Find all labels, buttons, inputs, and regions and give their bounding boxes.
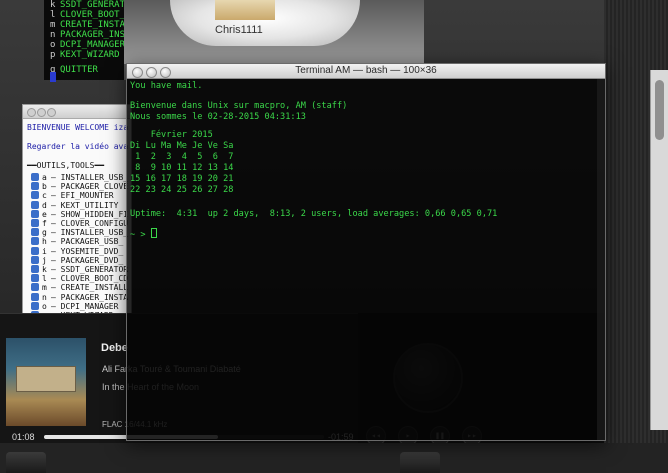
option-label: YOSEMITE_DVD_ [60, 246, 124, 256]
option-label: SSDT_GENERATOR [60, 265, 129, 274]
zoom-icon[interactable] [47, 108, 56, 117]
section-heading: ━━OUTILS,TOOLS━━ [27, 161, 105, 170]
option-separator: — [51, 219, 61, 228]
square-button-icon[interactable] [31, 191, 39, 200]
terminal-titlebar[interactable]: Terminal AM — bash — 100×36 [127, 64, 605, 79]
background-menu-terminal[interactable]: k SSDT_GENERATOR l CLOVER_BOOT_CD m CREATE_… [44, 0, 201, 80]
option-label: DCPI_MANAGER [60, 301, 119, 311]
option-label: EFI_MOUNTER [60, 191, 114, 201]
option-separator: — [51, 237, 61, 247]
mail-line: You have mail. [130, 81, 203, 91]
video-hint-text: Regarder la vidéo ava [27, 142, 129, 151]
track-title: Debe [101, 342, 128, 354]
option-separator: — [51, 274, 61, 284]
welcome-text: BIENVENUE WELCOME iza [27, 123, 129, 132]
option-separator: — [51, 246, 61, 256]
uptime-line: Uptime: 4:31 up 2 days, 8:13, 2 users, l… [130, 209, 498, 219]
square-button-icon[interactable] [31, 283, 39, 292]
option-label: SHOW_HIDDEN_FI [60, 209, 129, 219]
minimize-icon[interactable] [37, 108, 46, 117]
welcome-line: Bienvenue dans Unix sur macpro, AM (staf… [130, 101, 348, 111]
terminal-window[interactable]: Terminal AM — bash — 100×36 You have mai… [126, 63, 606, 441]
option-separator: — [51, 301, 61, 311]
square-button-icon[interactable] [31, 228, 39, 237]
image-caption: Chris1111 [215, 24, 263, 36]
option-separator: — [51, 209, 61, 219]
option-separator: — [51, 255, 61, 265]
square-button-icon[interactable] [31, 182, 39, 191]
option-separator: — [51, 292, 61, 302]
desk-bottom [0, 443, 668, 473]
date-line: Nous sommes le 02-28-2015 04:31:13 [130, 112, 306, 122]
option-label: CLOVER_CONFIGU [60, 219, 129, 228]
terminal-output[interactable]: You have mail. Bienvenue dans Unix sur m… [127, 79, 605, 440]
option-label: CREATE_INSTALL [60, 283, 129, 293]
text-window[interactable]: BIENVENUE WELCOME iza Regarder la vidéo … [22, 104, 132, 320]
option-separator: — [51, 200, 61, 210]
window-titlebar[interactable] [23, 105, 131, 119]
stand-foot [6, 452, 46, 473]
square-button-icon[interactable] [31, 292, 39, 301]
square-button-icon[interactable] [31, 219, 39, 227]
album-art-label [16, 366, 76, 392]
calendar-row: 22 23 24 25 26 27 28 [130, 185, 234, 195]
scroll-thumb[interactable] [655, 80, 664, 140]
square-button-icon[interactable] [31, 173, 39, 181]
chair-image [215, 0, 275, 20]
terminal-cursor-block [50, 72, 56, 82]
close-icon[interactable] [27, 108, 36, 117]
option-label: PACKAGER_DVD_ [60, 255, 124, 265]
album-art [6, 338, 86, 426]
option-label: PACKAGER_USB_ [60, 237, 124, 247]
square-button-icon[interactable] [31, 237, 39, 246]
option-separator: — [51, 265, 61, 274]
option-separator: — [51, 228, 61, 238]
option-label: CLOVER_BOOT_CD [60, 274, 129, 284]
square-button-icon[interactable] [31, 200, 39, 209]
menu-line: p KEXT_WIZARD [50, 50, 120, 60]
square-button-icon[interactable] [31, 265, 39, 273]
square-button-icon[interactable] [31, 209, 39, 218]
calendar-title: Février 2015 [130, 130, 213, 140]
terminal-title: Terminal AM — bash — 100×36 [295, 65, 437, 76]
option-separator: — [51, 191, 61, 201]
calendar-row: Di Lu Ma Me Je Ve Sa [130, 141, 234, 151]
menu-line-quit: q QUITTER [50, 65, 98, 75]
option-label: PACKAGER_CLOVE [60, 182, 129, 192]
calendar-row: 8 9 10 11 12 13 14 [130, 163, 234, 173]
square-button-icon[interactable] [31, 255, 39, 264]
terminal-scrollbar[interactable] [597, 79, 605, 440]
option-label: PACKAGER_INSTA [60, 292, 129, 302]
option-label: INSTALLER_USB_ [60, 228, 129, 238]
option-separator: — [51, 173, 61, 182]
stand-foot [400, 452, 440, 473]
option-label: INSTALLER_USB_ [60, 173, 129, 182]
right-window-scrollbar[interactable] [650, 70, 668, 430]
calendar-row: 1 2 3 4 5 6 7 [130, 152, 234, 162]
square-button-icon[interactable] [31, 274, 39, 283]
option-label: KEXT_UTILITY [60, 200, 119, 210]
prompt-line: ~ > [130, 227, 157, 241]
option-separator: — [51, 283, 61, 293]
square-button-icon[interactable] [31, 301, 39, 310]
text-cursor [150, 228, 157, 238]
option-separator: — [51, 182, 61, 192]
square-button-icon[interactable] [31, 246, 39, 255]
time-elapsed: 01:08 [12, 432, 35, 442]
calendar-row: 15 16 17 18 19 20 21 [130, 174, 234, 184]
